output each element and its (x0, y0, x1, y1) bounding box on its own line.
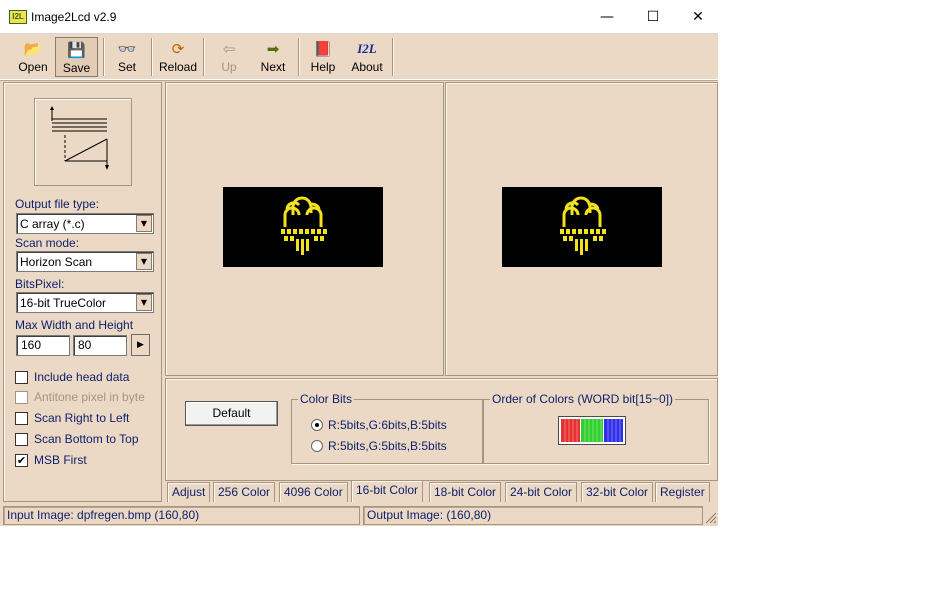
tab-32-bit-color[interactable]: 32-bit Color (581, 482, 654, 502)
output-file-type-select[interactable]: C array (*.c) ▼ (16, 213, 154, 234)
maximize-button[interactable]: ☐ (630, 0, 676, 34)
color-bits-title: Color Bits (298, 392, 355, 406)
max-height-input[interactable]: 80 (73, 335, 127, 356)
color-order-group: Order of Colors (WORD bit[15~0]) (483, 392, 709, 464)
set-button[interactable]: 👓 Set (110, 37, 144, 77)
color-bits-565-label: R:5bits,G:6bits,B:5bits (328, 418, 447, 432)
reload-label: Reload (158, 60, 198, 74)
scan-mode-label: Scan mode: (15, 236, 80, 250)
bits-pixel-value: 16-bit TrueColor (20, 296, 107, 310)
output-file-type-value: C array (*.c) (20, 217, 85, 231)
set-label: Set (117, 60, 136, 74)
save-button[interactable]: 💾 Save (55, 37, 98, 77)
save-disk-icon: 💾 (67, 41, 86, 59)
output-image-status: Output Image: (160,80) (363, 506, 703, 525)
bits-pixel-label: BitsPixel: (15, 277, 65, 291)
color-settings-panel: Default Color Bits R:5bits,G:6bits,B:5bi… (165, 378, 718, 481)
include-head-data-label: Include head data (34, 370, 130, 384)
checkbox-box[interactable] (15, 433, 28, 446)
msb-first-label: MSB First (34, 453, 87, 467)
tab-16-bit-color[interactable]: 16-bit Color (351, 480, 424, 502)
open-button[interactable]: 📂 Open (13, 37, 53, 77)
reload-icon: ⟳ (171, 40, 185, 58)
resize-grip-icon[interactable] (704, 510, 717, 525)
scan-bottom-to-top-label: Scan Bottom to Top (34, 432, 139, 446)
particulate-filter-symbol-icon (560, 196, 606, 255)
scan-mode-value: Horizon Scan (20, 255, 93, 269)
toolbar-separator (392, 38, 394, 76)
scan-mode-select[interactable]: Horizon Scan ▼ (16, 251, 154, 272)
chevron-down-icon[interactable]: ▼ (136, 253, 152, 270)
tab-24-bit-color[interactable]: 24-bit Color (505, 482, 578, 502)
color-mode-tabs: Adjust 256 Color 4096 Color 16-bit Color… (165, 480, 718, 502)
radio-dot[interactable] (311, 419, 323, 431)
input-image-preview (223, 187, 383, 267)
about-button[interactable]: I2L About (346, 37, 388, 77)
toolbar-separator (298, 38, 300, 76)
checkbox-box[interactable] (15, 371, 28, 384)
about-label: About (351, 60, 383, 74)
chevron-down-icon[interactable]: ▼ (136, 215, 152, 232)
scan-mode-diagram-icon (34, 98, 132, 186)
next-arrow-icon: ➡ (266, 40, 280, 58)
size-apply-arrow-icon[interactable]: ▶ (131, 334, 150, 356)
toolbar-separator (151, 38, 153, 76)
radio-dot[interactable] (311, 440, 323, 452)
toolbar-separator (203, 38, 205, 76)
up-button[interactable]: ⇦ Up (212, 37, 246, 77)
reload-button[interactable]: ⟳ Reload (157, 37, 199, 77)
color-bits-group: Color Bits R:5bits,G:6bits,B:5bits R:5bi… (291, 392, 483, 464)
minimize-button[interactable]: — (584, 0, 630, 34)
tab-18-bit-color[interactable]: 18-bit Color (429, 482, 502, 502)
scan-right-to-left-label: Scan Right to Left (34, 411, 130, 425)
default-button[interactable]: Default (185, 401, 278, 426)
window-title: Image2Lcd v2.9 (31, 10, 117, 24)
left-settings-panel: Output file type: C array (*.c) ▼ Scan m… (3, 82, 162, 502)
toolbar: 📂 Open 💾 Save 👓 Set ⟳ Reload ⇦ Up ➡ Next… (0, 34, 718, 80)
color-bits-555-label: R:5bits,G:5bits,B:5bits (328, 439, 447, 453)
open-label: Open (18, 60, 48, 74)
status-bar: Input Image: dpfregen.bmp (160,80) Outpu… (0, 505, 718, 526)
particulate-filter-symbol-icon (281, 196, 327, 255)
checkbox-box[interactable] (15, 391, 28, 404)
tab-4096-color[interactable]: 4096 Color (279, 482, 348, 502)
save-label: Save (62, 61, 91, 75)
app-icon: I2L (9, 10, 27, 24)
close-button[interactable]: ✕ (675, 0, 718, 34)
output-image-preview (502, 187, 662, 267)
tab-register[interactable]: Register (655, 482, 710, 502)
bits-pixel-select[interactable]: 16-bit TrueColor ▼ (16, 292, 154, 313)
color-order-title: Order of Colors (WORD bit[15~0]) (490, 392, 676, 406)
check-mark-icon[interactable]: ✔ (15, 454, 28, 467)
checkbox-box[interactable] (15, 412, 28, 425)
help-button[interactable]: 📕 Help (305, 37, 341, 77)
toolbar-separator (103, 38, 105, 76)
max-size-label: Max Width and Height (15, 318, 134, 332)
chevron-down-icon[interactable]: ▼ (136, 294, 152, 311)
max-width-input[interactable]: 160 (16, 335, 70, 356)
title-bar[interactable]: I2L Image2Lcd v2.9 — ☐ ✕ (0, 0, 718, 34)
help-book-icon: 📕 (313, 40, 333, 58)
help-label: Help (310, 60, 336, 74)
output-image-pane[interactable] (445, 82, 718, 376)
input-image-pane[interactable] (165, 82, 444, 376)
glasses-icon: 👓 (117, 40, 137, 58)
rgb-order-bars-icon (561, 419, 623, 442)
i2l-logo-icon: I2L (357, 41, 377, 56)
next-button[interactable]: ➡ Next (254, 37, 292, 77)
input-image-status: Input Image: dpfregen.bmp (160,80) (3, 506, 360, 525)
tab-adjust[interactable]: Adjust (167, 482, 211, 502)
color-order-swatch[interactable] (558, 416, 626, 445)
open-folder-icon: 📂 (23, 40, 43, 58)
tab-256-color[interactable]: 256 Color (213, 482, 276, 502)
up-arrow-icon: ⇦ (222, 40, 236, 58)
app-window: I2L Image2Lcd v2.9 — ☐ ✕ 📂 Open 💾 Save 👓… (0, 0, 718, 526)
antitone-pixel-label: Antitone pixel in byte (34, 390, 145, 404)
next-label: Next (260, 60, 286, 74)
up-label: Up (221, 60, 237, 74)
output-file-type-label: Output file type: (15, 197, 100, 211)
